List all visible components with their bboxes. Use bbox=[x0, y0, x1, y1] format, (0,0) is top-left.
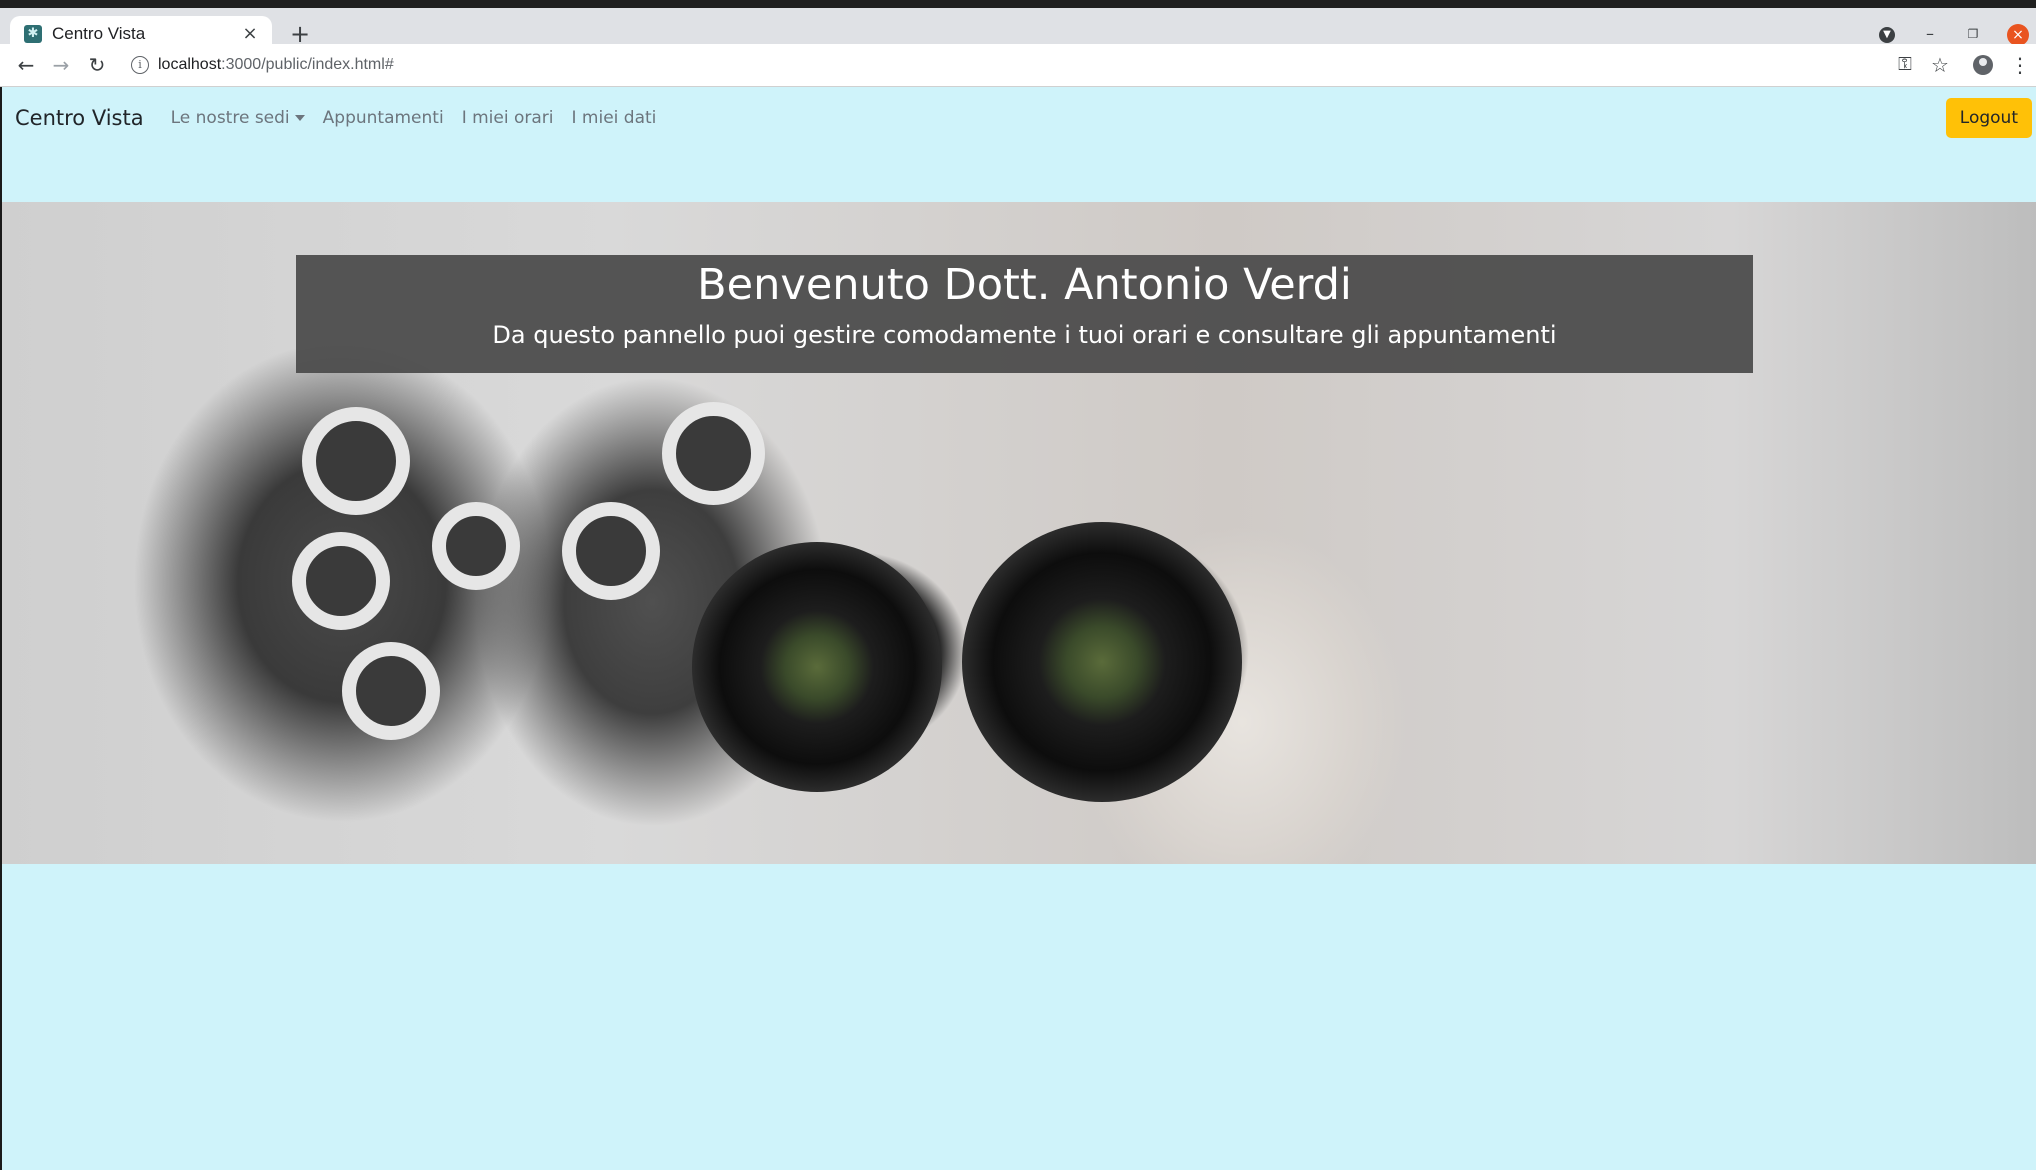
arrow-right-icon[interactable]: → bbox=[48, 52, 74, 78]
hero-title: Benvenuto Dott. Antonio Verdi bbox=[697, 260, 1352, 310]
site-navbar: Centro Vista Le nostre sedi Appuntamenti… bbox=[2, 87, 2036, 149]
navbar-brand[interactable]: Centro Vista bbox=[15, 106, 144, 130]
arrow-left-icon[interactable]: ← bbox=[13, 52, 39, 78]
reload-icon[interactable]: ↻ bbox=[84, 52, 110, 78]
nav-link-orari[interactable]: I miei orari bbox=[462, 108, 554, 128]
window-menu-icon[interactable]: ▼ bbox=[1875, 22, 1899, 46]
nav-link-sedi-label: Le nostre sedi bbox=[170, 108, 290, 128]
minimize-icon[interactable]: – bbox=[1918, 22, 1942, 46]
tab-strip: ✱ Centro Vista × + ▼ – ❐ × bbox=[0, 8, 2036, 52]
nav-link-appuntamenti[interactable]: Appuntamenti bbox=[323, 108, 444, 128]
window-close-icon[interactable]: × bbox=[2006, 22, 2030, 46]
phoropter-decoration bbox=[342, 642, 440, 740]
caret-down-icon bbox=[294, 115, 305, 121]
nav-links: Le nostre sedi Appuntamenti I miei orari… bbox=[171, 108, 675, 128]
hero-subtitle: Da questo pannello puoi gestire comodame… bbox=[492, 321, 1557, 349]
nav-link-dati[interactable]: I miei dati bbox=[572, 108, 657, 128]
phoropter-decoration bbox=[562, 502, 660, 600]
url-host: localhost bbox=[158, 56, 222, 73]
phoropter-decoration bbox=[302, 407, 410, 515]
microscope-eyepiece-right bbox=[962, 522, 1242, 802]
phoropter-decoration bbox=[662, 402, 765, 505]
nav-link-sedi-dropdown[interactable]: Le nostre sedi bbox=[171, 108, 305, 128]
info-icon[interactable]: i bbox=[131, 56, 149, 74]
microscope-eyepiece-left bbox=[692, 542, 942, 792]
address-bar: ← → ↻ i localhost:3000/public/index.html… bbox=[0, 44, 2036, 87]
restore-icon[interactable]: ❐ bbox=[1961, 22, 1985, 46]
phoropter-decoration bbox=[292, 532, 390, 630]
key-icon[interactable]: ⚿ bbox=[1893, 53, 1917, 77]
url-field[interactable]: localhost:3000/public/index.html# bbox=[158, 54, 394, 76]
tab-close-icon[interactable]: × bbox=[238, 22, 262, 46]
star-icon[interactable]: ☆ bbox=[1928, 53, 1952, 77]
hero-banner: Benvenuto Dott. Antonio Verdi Da questo … bbox=[296, 255, 1753, 373]
profile-icon[interactable] bbox=[1971, 53, 1995, 77]
url-path: :3000/public/index.html# bbox=[221, 56, 394, 73]
tab-title: Centro Vista bbox=[52, 24, 146, 43]
hero-image: Benvenuto Dott. Antonio Verdi Da questo … bbox=[2, 202, 2036, 864]
kebab-menu-icon[interactable]: ⋮ bbox=[2008, 53, 2032, 77]
favicon-icon: ✱ bbox=[24, 25, 42, 43]
page-viewport: Centro Vista Le nostre sedi Appuntamenti… bbox=[2, 87, 2036, 1170]
phoropter-decoration bbox=[432, 502, 520, 590]
window-titlebar bbox=[0, 0, 2036, 8]
logout-button[interactable]: Logout bbox=[1945, 98, 2032, 138]
